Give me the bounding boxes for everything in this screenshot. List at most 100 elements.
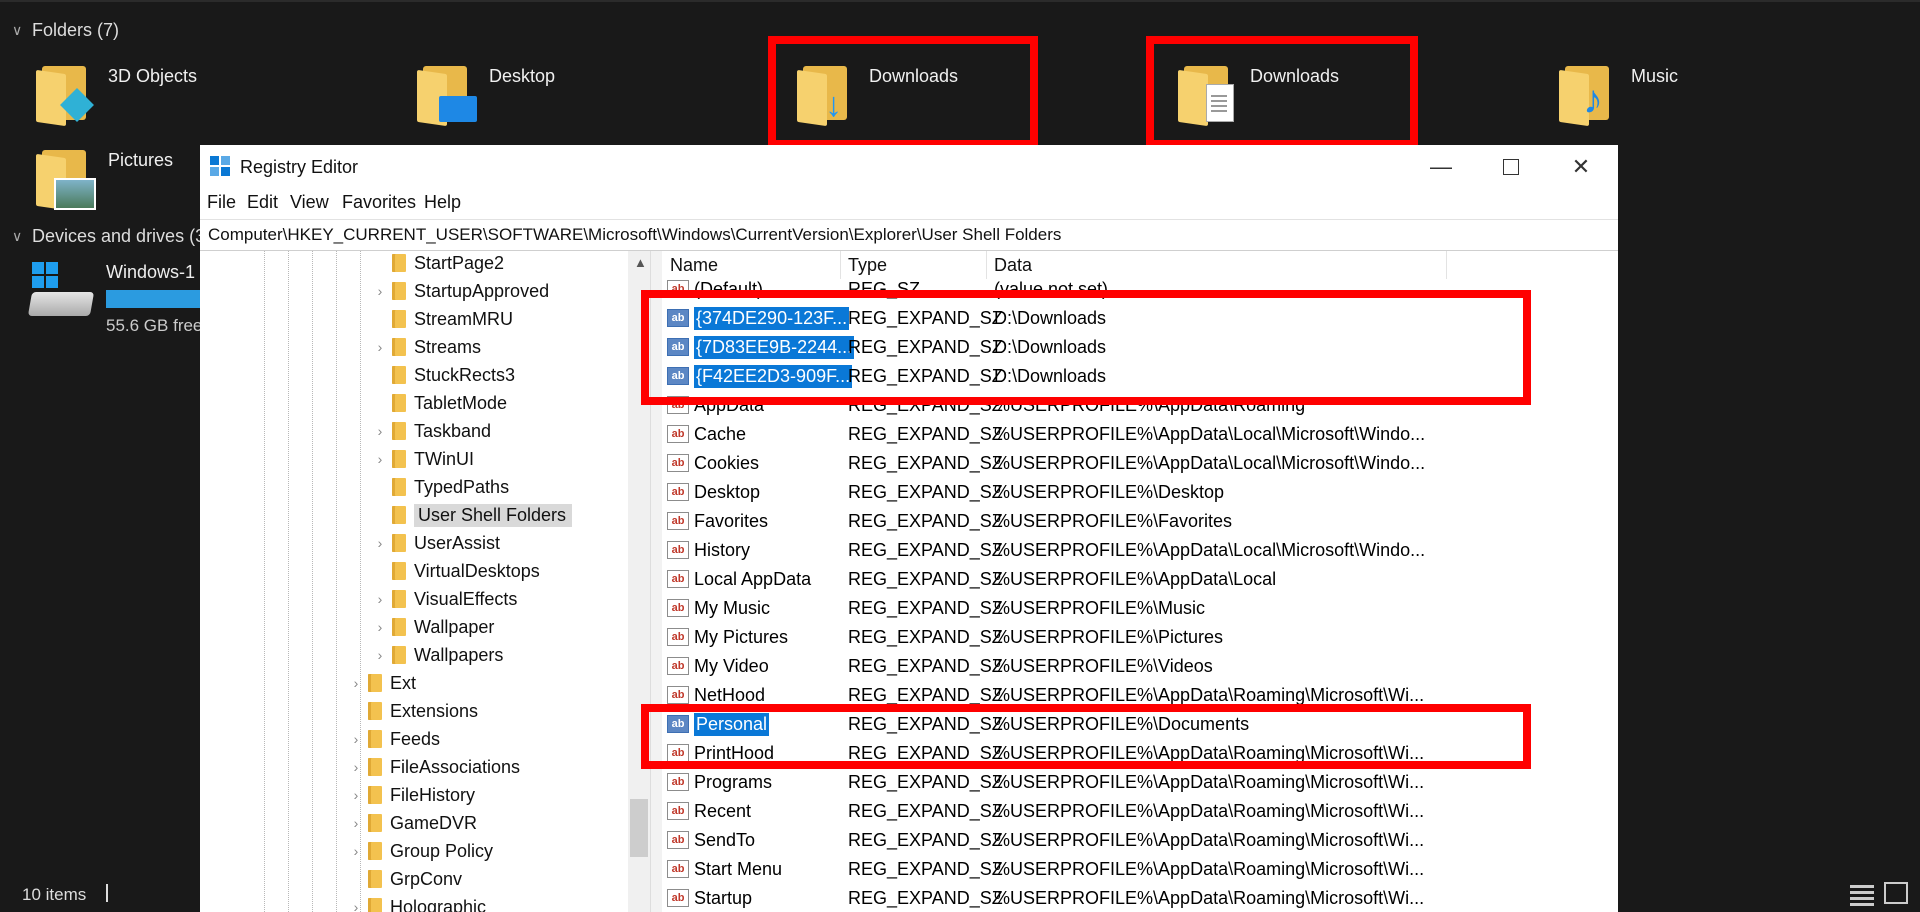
chevron-right-icon[interactable]: ›	[346, 731, 366, 747]
large-icons-view-icon[interactable]	[1884, 882, 1908, 904]
tree-item[interactable]: › FileHistory	[346, 781, 475, 809]
value-row[interactable]: ab Cookies REG_EXPAND_SZ %USERPROFILE%\AppD…	[662, 449, 1618, 478]
value-row[interactable]: ab History REG_EXPAND_SZ %USERPROFILE%\AppD…	[662, 536, 1618, 565]
chevron-right-icon[interactable]: ›	[346, 759, 366, 775]
chevron-right-icon[interactable]: ›	[346, 787, 366, 803]
value-row[interactable]: ab SendTo REG_EXPAND_SZ %USERPROFILE%\AppDa…	[662, 826, 1618, 855]
folder-pictures[interactable]: Pictures	[36, 142, 173, 211]
tree-item[interactable]: › Holographic	[346, 893, 486, 912]
column-name[interactable]: Name	[670, 255, 718, 276]
menu-edit[interactable]: Edit	[247, 192, 278, 213]
tree-item[interactable]: › Wallpaper	[370, 613, 495, 641]
tree-item-label: StartPage2	[414, 252, 505, 273]
key-tree[interactable]: StartPage2 › StartupApproved StreamMRU › Stre…	[200, 251, 628, 912]
close-icon: ✕	[1571, 154, 1591, 179]
tree-item[interactable]: › UserAssist	[370, 529, 500, 557]
tree-item[interactable]: StreamMRU	[370, 305, 513, 333]
chevron-right-icon[interactable]: ›	[370, 283, 390, 299]
tree-item[interactable]: StuckRects3	[370, 361, 515, 389]
tree-item[interactable]: User Shell Folders	[370, 501, 573, 529]
chevron-right-icon[interactable]: ›	[346, 675, 366, 691]
tree-item[interactable]: GrpConv	[346, 865, 462, 893]
tree-item-label: Holographic	[390, 896, 487, 912]
value-row[interactable]: ab Start Menu REG_EXPAND_SZ %USERPROFILE%\A…	[662, 855, 1618, 884]
value-row[interactable]: ab Cache REG_EXPAND_SZ %USERPROFILE%\AppDat…	[662, 420, 1618, 449]
tree-item-label: UserAssist	[414, 532, 501, 553]
folder-icon	[368, 898, 382, 912]
value-row[interactable]: ab My Music REG_EXPAND_SZ %USERPROFILE%\Mus…	[662, 594, 1618, 623]
tree-item[interactable]: › Ext	[346, 669, 416, 697]
chevron-right-icon[interactable]: ›	[370, 647, 390, 663]
tree-item[interactable]: › Streams	[370, 333, 481, 361]
chevron-right-icon[interactable]: ›	[346, 843, 366, 859]
devices-group-header[interactable]: ∨ Devices and drives (3	[12, 226, 205, 247]
value-row[interactable]: ab Desktop REG_EXPAND_SZ %USERPROFILE%\Desk…	[662, 478, 1618, 507]
title-bar[interactable]: Registry Editor — ✕	[200, 145, 1618, 189]
tree-item[interactable]: › Taskband	[370, 417, 491, 445]
folder-icon	[392, 310, 406, 328]
menu-file[interactable]: File	[207, 192, 236, 213]
address-path: Computer\HKEY_CURRENT_USER\SOFTWARE\Micr…	[208, 225, 1062, 244]
maximize-button[interactable]	[1476, 145, 1546, 189]
chevron-down-icon: ∨	[12, 22, 23, 38]
drive-name: Windows-1	[106, 262, 196, 282]
minimize-button[interactable]: —	[1406, 145, 1476, 189]
tree-item-label: StartupApproved	[414, 280, 550, 301]
string-value-icon: ab	[667, 831, 689, 849]
close-button[interactable]: ✕	[1546, 145, 1616, 189]
chevron-right-icon[interactable]: ›	[370, 423, 390, 439]
value-type: REG_EXPAND_SZ	[848, 598, 1003, 618]
tree-item[interactable]: › TWinUI	[370, 445, 474, 473]
value-type: REG_EXPAND_SZ	[848, 540, 1003, 560]
folder-3d-objects[interactable]: 3D Objects	[36, 58, 197, 127]
scroll-up-icon[interactable]: ▲	[634, 255, 647, 270]
value-type: REG_EXPAND_SZ	[848, 627, 1003, 647]
tree-item[interactable]: › VisualEffects	[370, 585, 518, 613]
tree-item[interactable]: › Feeds	[346, 725, 440, 753]
tree-item[interactable]: › GameDVR	[346, 809, 477, 837]
tree-item[interactable]: › FileAssociations	[346, 753, 520, 781]
chevron-right-icon[interactable]: ›	[346, 899, 366, 912]
address-bar[interactable]: Computer\HKEY_CURRENT_USER\SOFTWARE\Micr…	[200, 219, 1618, 251]
tree-item[interactable]: VirtualDesktops	[370, 557, 540, 585]
value-row[interactable]: ab Recent REG_EXPAND_SZ %USERPROFILE%\AppDa…	[662, 797, 1618, 826]
details-view-icon[interactable]	[1850, 882, 1874, 906]
menu-help[interactable]: Help	[424, 192, 461, 213]
chevron-right-icon[interactable]: ›	[370, 535, 390, 551]
chevron-right-icon[interactable]: ›	[370, 619, 390, 635]
chevron-right-icon[interactable]: ›	[370, 451, 390, 467]
value-row[interactable]: ab Local AppData REG_EXPAND_SZ %USERPROFILE…	[662, 565, 1618, 594]
value-row[interactable]: ab Programs REG_EXPAND_SZ %USERPROFILE%\App…	[662, 768, 1618, 797]
tree-item[interactable]: StartPage2	[370, 251, 504, 277]
column-data[interactable]: Data	[994, 255, 1032, 276]
tree-item[interactable]: › Group Policy	[346, 837, 493, 865]
tree-item[interactable]: Extensions	[346, 697, 478, 725]
tree-item-label: Ext	[390, 672, 417, 693]
value-row[interactable]: ab Startup REG_EXPAND_SZ %USERPROFILE%\AppD…	[662, 884, 1618, 912]
folder-music[interactable]: ♪ Music	[1559, 58, 1679, 127]
scrollbar-thumb[interactable]	[630, 799, 648, 857]
value-data: %USERPROFILE%\AppData\Roaming\Microsoft\…	[994, 830, 1425, 850]
value-row[interactable]: ab My Pictures REG_EXPAND_SZ %USERPROFILE%\…	[662, 623, 1618, 652]
value-row[interactable]: ab My Video REG_EXPAND_SZ %USERPROFILE%\Vid…	[662, 652, 1618, 681]
folder-icon	[368, 730, 382, 748]
chevron-right-icon[interactable]: ›	[346, 815, 366, 831]
drive-tile[interactable]	[27, 262, 98, 322]
top-border	[0, 0, 1920, 2]
tree-item[interactable]: › StartupApproved	[370, 277, 549, 305]
tree-item[interactable]: TypedPaths	[370, 473, 509, 501]
chevron-right-icon[interactable]: ›	[370, 339, 390, 355]
string-value-icon: ab	[667, 454, 689, 472]
column-type[interactable]: Type	[848, 255, 887, 276]
folders-group-header[interactable]: ∨ Folders (7)	[12, 20, 119, 41]
folder-label: Music	[1631, 66, 1679, 86]
chevron-right-icon[interactable]: ›	[370, 591, 390, 607]
folder-desktop[interactable]: Desktop	[417, 58, 555, 127]
drive-usage-bar	[106, 290, 202, 308]
menu-view[interactable]: View	[290, 192, 329, 213]
tree-item[interactable]: › Wallpapers	[370, 641, 504, 669]
tree-item[interactable]: TabletMode	[370, 389, 507, 417]
value-name: Favorites	[694, 511, 769, 531]
menu-favorites[interactable]: Favorites	[342, 192, 416, 213]
value-row[interactable]: ab Favorites REG_EXPAND_SZ %USERPROFILE%\Fa…	[662, 507, 1618, 536]
